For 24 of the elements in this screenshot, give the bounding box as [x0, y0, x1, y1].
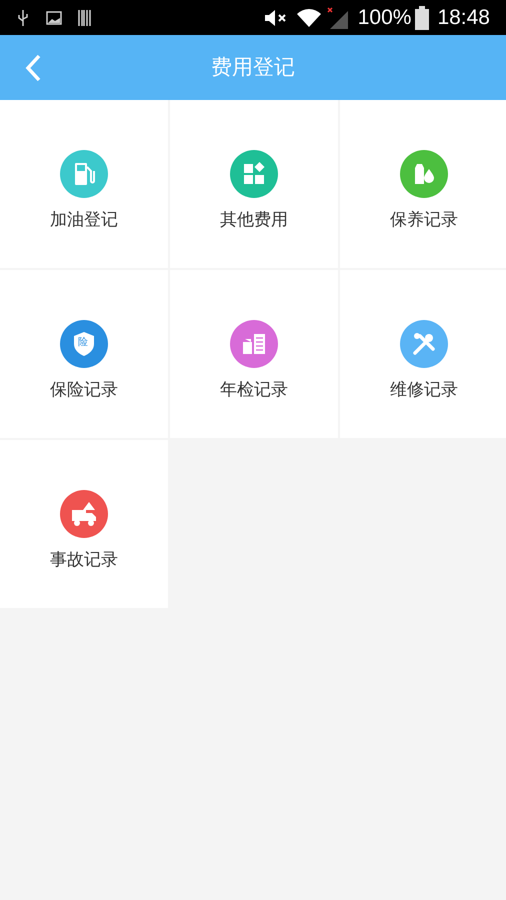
menu-tile[interactable]: 维修记录 [340, 270, 506, 438]
tile-label: 事故记录 [50, 549, 118, 571]
barcode-icon [78, 10, 92, 26]
menu-tile[interactable]: 事故记录 [0, 440, 168, 608]
signal-icon [326, 6, 350, 28]
tile-label: 加油登记 [50, 209, 118, 231]
battery-icon [415, 6, 430, 30]
image-icon [46, 10, 62, 24]
page-title: 费用登记 [211, 54, 295, 81]
tile-label: 维修记录 [390, 379, 458, 401]
tile-label: 年检记录 [220, 379, 288, 401]
shield-label: 险 [78, 337, 89, 349]
usb-icon [16, 8, 30, 26]
tile-label: 其他费用 [220, 209, 288, 231]
menu-tile[interactable]: 险 保险记录 [0, 270, 168, 438]
menu-tile[interactable]: 其他费用 [170, 100, 338, 268]
battery-percent: 100% [358, 4, 412, 31]
tile-label: 保养记录 [390, 209, 458, 231]
menu-tile[interactable]: 保养记录 [340, 100, 506, 268]
wifi-icon [296, 8, 322, 28]
menu-tile[interactable]: 加油登记 [0, 100, 168, 268]
tile-label: 保险记录 [50, 379, 118, 401]
menu-tile[interactable]: 年检记录 [170, 270, 338, 438]
clock: 18:48 [437, 4, 490, 31]
